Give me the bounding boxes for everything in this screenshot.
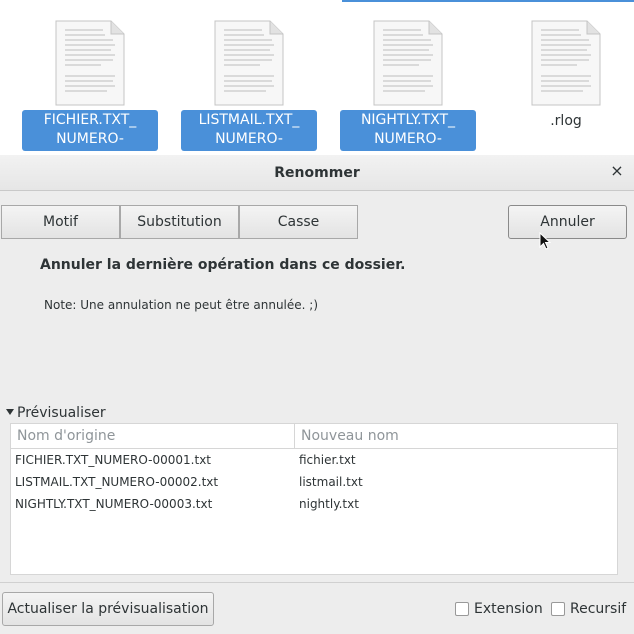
preview-table: Nom d'origine Nouveau nom FICHIER.TXT_NU… [10,423,618,575]
cell-new-name: listmail.txt [299,475,363,489]
preview-label: Prévisualiser [17,405,106,421]
rename-dialog: Renommer × Motif Substitution Casse Annu… [0,155,634,634]
refresh-preview-button[interactable]: Actualiser la prévisualisation [2,592,214,626]
file-name[interactable]: LISTMAIL.TXT_ NUMERO-00002.txt [181,110,317,166]
table-header: Nom d'origine Nouveau nom [11,424,617,449]
cell-new-name: fichier.txt [299,453,356,467]
undo-note: Note: Une annulation ne peut être annulé… [44,298,319,312]
file-name[interactable]: FICHIER.TXT_ NUMERO-00001.txt [22,110,158,166]
undo-message: Annuler la dernière opération dans ce do… [40,257,406,273]
column-header-original[interactable]: Nom d'origine [11,424,295,448]
file-name-line1: LISTMAIL.TXT_ [198,112,300,128]
file-name[interactable]: NIGHTLY.TXT_ NUMERO-00003.txt [340,110,476,166]
file-name[interactable]: .rlog [498,110,634,151]
file-name-line1: NIGHTLY.TXT_ [360,112,456,128]
cell-original-name: FICHIER.TXT_NUMERO-00001.txt [15,453,212,467]
cell-new-name: nightly.txt [299,497,359,511]
file-name-line1: FICHIER.TXT_ [43,112,137,128]
dialog-title: Renommer [274,165,360,181]
table-row[interactable]: NIGHTLY.TXT_NUMERO-00003.txt nightly.txt [11,493,617,515]
recursive-checkbox[interactable]: Recursif [551,601,626,617]
extension-checkbox[interactable]: Extension [455,601,543,617]
dialog-header: Renommer × [0,155,634,191]
tab-motif[interactable]: Motif [1,205,120,239]
table-row[interactable]: LISTMAIL.TXT_NUMERO-00002.txt listmail.t… [11,471,617,493]
text-file-icon [214,20,284,106]
expander-triangle-icon [6,409,14,415]
recursive-label: Recursif [570,601,627,617]
footer-separator [0,582,634,583]
preview-expander[interactable]: Prévisualiser [4,405,106,421]
file-name-line1: .rlog [550,113,582,129]
text-file-icon [373,20,443,106]
undo-button[interactable]: Annuler [508,205,627,239]
cell-original-name: NIGHTLY.TXT_NUMERO-00003.txt [15,497,213,511]
scroll-accent [342,0,634,2]
checkbox-box[interactable] [551,602,565,616]
file-view: FICHIER.TXT_ NUMERO-00001.txt LISTMAIL.T… [0,0,634,166]
cell-original-name: LISTMAIL.TXT_NUMERO-00002.txt [15,475,219,489]
column-header-new[interactable]: Nouveau nom [295,424,617,448]
checkbox-box[interactable] [455,602,469,616]
text-file-icon [55,20,125,106]
text-file-icon [531,20,601,106]
mouse-pointer-icon [539,232,551,250]
table-row[interactable]: FICHIER.TXT_NUMERO-00001.txt fichier.txt [11,449,617,471]
tab-casse[interactable]: Casse [239,205,358,239]
extension-label: Extension [474,601,543,617]
tab-substitution[interactable]: Substitution [120,205,239,239]
close-icon[interactable]: × [608,162,626,180]
